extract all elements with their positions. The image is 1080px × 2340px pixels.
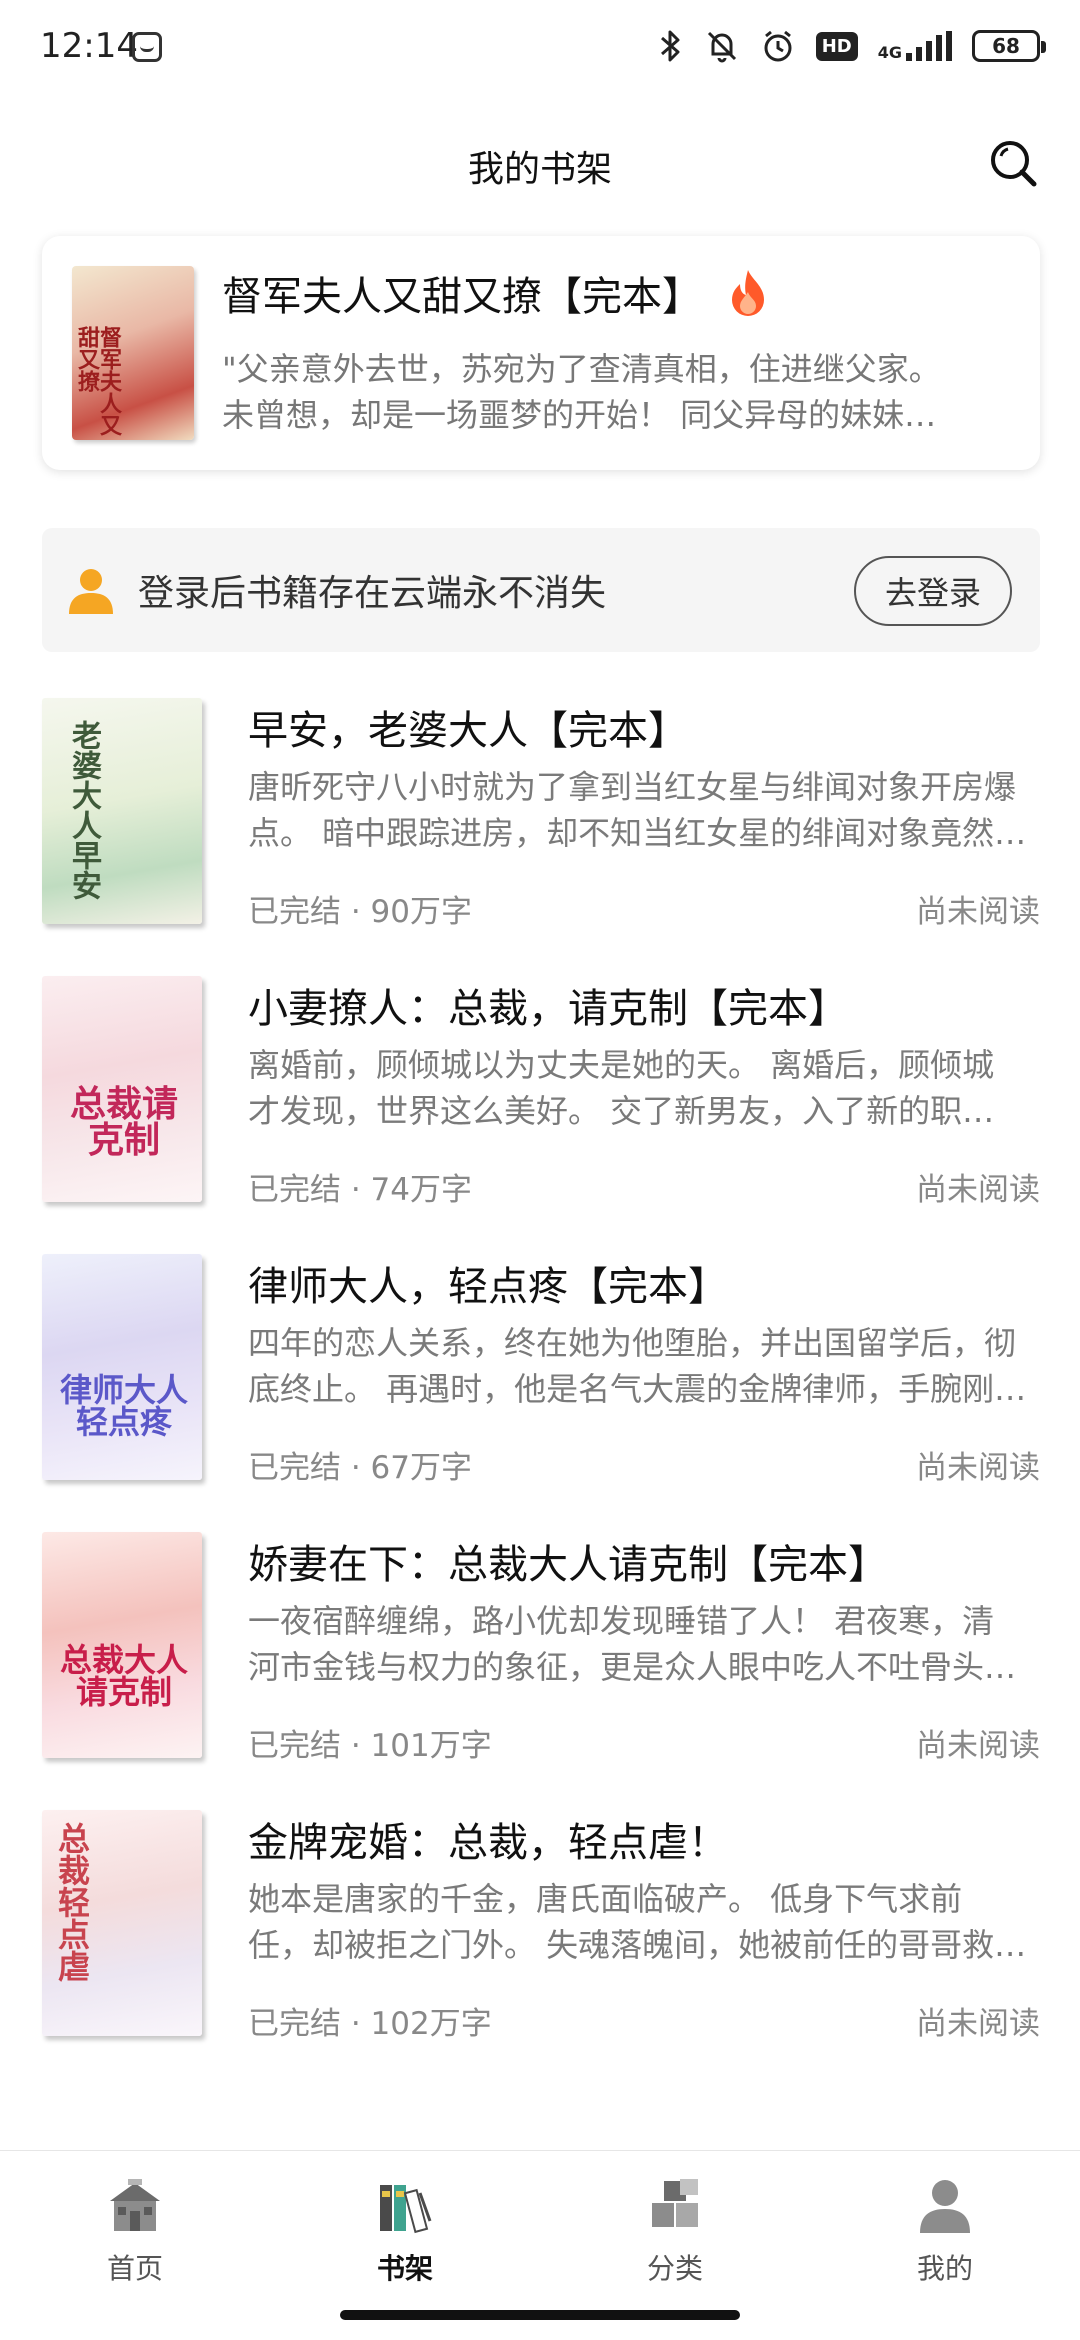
status-time: 12:14 [40, 26, 138, 66]
book-list-item[interactable]: 总裁大人请克制 娇妻在下：总裁大人请克制【完本】 一夜宿醉缠绵，路小优却发现睡错… [0, 1532, 1080, 1782]
book-desc-line: 河市金钱与权力的象征，更是众人眼中吃人不吐骨头… [248, 1648, 1017, 1686]
book-description: 一夜宿醉缠绵，路小优却发现睡错了人！ 君夜寒，清 河市金钱与权力的象征，更是众人… [248, 1598, 1043, 1690]
user-icon [69, 569, 113, 614]
nav-category[interactable]: 分类 [595, 2171, 755, 2287]
login-prompt-bar: 登录后书籍存在云端永不消失 去登录 [42, 528, 1040, 652]
featured-book-cover[interactable]: 督军夫人又甜又撩 [72, 266, 194, 440]
notification-app-icon [132, 32, 162, 62]
book-description: 四年的恋人关系，终在她为他堕胎，并出国留学后，彻 底终止。 再遇时，他是名气大震… [248, 1320, 1043, 1412]
book-list-item[interactable]: 律师大人轻点疼 律师大人，轻点疼【完本】 四年的恋人关系，终在她为他堕胎，并出国… [0, 1254, 1080, 1504]
nav-home[interactable]: 首页 [55, 2171, 215, 2287]
nav-home-label: 首页 [106, 2252, 163, 2285]
book-desc-line: 她本是唐家的千金，唐氏面临破产。 低身下气求前 [248, 1880, 963, 1918]
nav-mine[interactable]: 我的 [865, 2171, 1025, 2287]
read-status: 尚未阅读 [916, 894, 1040, 930]
featured-cover-title: 督军夫人又甜又撩 [74, 326, 122, 436]
featured-desc-line: "父亲意外去世，苏宛为了查清真相，住进继父家。 [222, 350, 941, 388]
nav-mine-label: 我的 [916, 2252, 973, 2285]
book-description: 她本是唐家的千金，唐氏面临破产。 低身下气求前 任，却被拒之门外。 失魂落魄间，… [248, 1876, 1043, 1968]
book-title: 金牌宠婚：总裁，轻点虐！ [248, 1820, 728, 1866]
book-desc-line: 四年的恋人关系，终在她为他堕胎，并出国留学后，彻 [248, 1324, 1017, 1362]
alarm-icon [764, 30, 792, 62]
category-icon [652, 2179, 698, 2227]
book-title: 早安，老婆大人【完本】 [248, 708, 688, 754]
status-icons: HD 4G 68 [658, 24, 1046, 68]
book-cover[interactable]: 律师大人轻点疼 [42, 1254, 202, 1480]
book-cover-title: 老婆大人早安 [66, 720, 101, 900]
book-cover-title: 总裁请克制 [69, 1083, 178, 1161]
featured-book-card[interactable]: 督军夫人又甜又撩 督军夫人又甜又撩【完本】 "父亲意外去世，苏宛为了查清真相，住… [42, 236, 1040, 470]
bell-muted-icon [707, 31, 736, 63]
read-status: 尚未阅读 [916, 1172, 1040, 1208]
nav-bookshelf[interactable]: 书架 [325, 2171, 485, 2287]
book-cover[interactable]: 老婆大人早安 [42, 698, 202, 924]
featured-book-title: 督军夫人又甜又撩【完本】 [222, 274, 702, 320]
read-status: 尚未阅读 [916, 2006, 1040, 2042]
battery-icon: 68 [972, 30, 1046, 62]
book-desc-line: 底终止。 再遇时，他是名气大震的金牌律师，手腕刚… [248, 1370, 1027, 1408]
book-meta: 已完结 · 90万字 [248, 894, 473, 930]
book-list-item[interactable]: 总裁轻点虐 金牌宠婚：总裁，轻点虐！ 她本是唐家的千金，唐氏面临破产。 低身下气… [0, 1810, 1080, 2060]
book-desc-line: 才发现，世界这么美好。 交了新男友，入了新的职… [248, 1092, 995, 1130]
book-cover-title: 总裁大人请克制 [59, 1641, 188, 1711]
book-description: 离婚前，顾倾城以为丈夫是她的天。 离婚后，顾倾城 才发现，世界这么美好。 交了新… [248, 1042, 1043, 1134]
book-desc-line: 一夜宿醉缠绵，路小优却发现睡错了人！ 君夜寒，清 [248, 1602, 995, 1640]
cellular-signal-icon: 4G [878, 31, 952, 61]
bluetooth-icon [660, 30, 680, 62]
book-desc-line: 任，却被拒之门外。 失魂落魄间，她被前任的哥哥救… [248, 1926, 1027, 1964]
book-meta: 已完结 · 74万字 [248, 1172, 473, 1208]
page-header: 我的书架 [0, 120, 1080, 210]
book-cover-title: 律师大人轻点疼 [59, 1371, 188, 1441]
book-desc-line: 唐昕死守八小时就为了拿到当红女星与绯闻对象开房爆 [248, 768, 1017, 806]
book-title: 小妻撩人：总裁，请克制【完本】 [248, 986, 848, 1032]
home-indicator[interactable] [340, 2310, 740, 2320]
read-status: 尚未阅读 [916, 1728, 1040, 1764]
featured-book-description: "父亲意外去世，苏宛为了查清真相，住进继父家。 未曾想，却是一场噩梦的开始！ 同… [222, 346, 1022, 438]
book-list-item[interactable]: 总裁请克制 小妻撩人：总裁，请克制【完本】 离婚前，顾倾城以为丈夫是她的天。 离… [0, 976, 1080, 1226]
book-cover[interactable]: 总裁大人请克制 [42, 1532, 202, 1758]
battery-level: 68 [992, 34, 1020, 58]
featured-desc-line: 未曾想，却是一场噩梦的开始！ 同父异母的妹妹… [222, 396, 937, 434]
search-button[interactable] [984, 134, 1044, 194]
book-meta: 已完结 · 101万字 [248, 1728, 492, 1764]
network-type: 4G [877, 43, 902, 62]
book-cover[interactable]: 总裁轻点虐 [42, 1810, 202, 2036]
book-desc-line: 离婚前，顾倾城以为丈夫是她的天。 离婚后，顾倾城 [248, 1046, 995, 1084]
login-prompt-text: 登录后书籍存在云端永不消失 [138, 573, 607, 614]
nav-bookshelf-label: 书架 [376, 2252, 433, 2285]
login-button[interactable]: 去登录 [854, 556, 1012, 626]
book-desc-line: 点。 暗中跟踪进房，却不知当红女星的绯闻对象竟然… [248, 814, 1027, 852]
status-bar: 12:14 HD 4G 68 [0, 0, 1080, 96]
fire-icon [732, 270, 764, 316]
featured-book-title-row: 督军夫人又甜又撩【完本】 [222, 264, 770, 322]
book-title: 娇妻在下：总裁大人请克制【完本】 [248, 1542, 888, 1588]
profile-icon [920, 2180, 970, 2233]
bookshelf-icon [380, 2185, 432, 2234]
page-title: 我的书架 [467, 149, 612, 190]
book-description: 唐昕死守八小时就为了拿到当红女星与绯闻对象开房爆 点。 暗中跟踪进房，却不知当红… [248, 764, 1043, 856]
home-icon [110, 2179, 160, 2231]
book-meta: 已完结 · 67万字 [248, 1450, 473, 1486]
hd-badge: HD [815, 31, 858, 61]
nav-category-label: 分类 [646, 2252, 703, 2285]
book-list-item[interactable]: 老婆大人早安 早安，老婆大人【完本】 唐昕死守八小时就为了拿到当红女星与绯闻对象… [0, 698, 1080, 948]
book-meta: 已完结 · 102万字 [248, 2006, 492, 2042]
book-cover[interactable]: 总裁请克制 [42, 976, 202, 1202]
book-cover-title: 总裁轻点虐 [53, 1822, 91, 1982]
search-icon [991, 141, 1037, 187]
book-title: 律师大人，轻点疼【完本】 [248, 1264, 728, 1310]
read-status: 尚未阅读 [916, 1450, 1040, 1486]
